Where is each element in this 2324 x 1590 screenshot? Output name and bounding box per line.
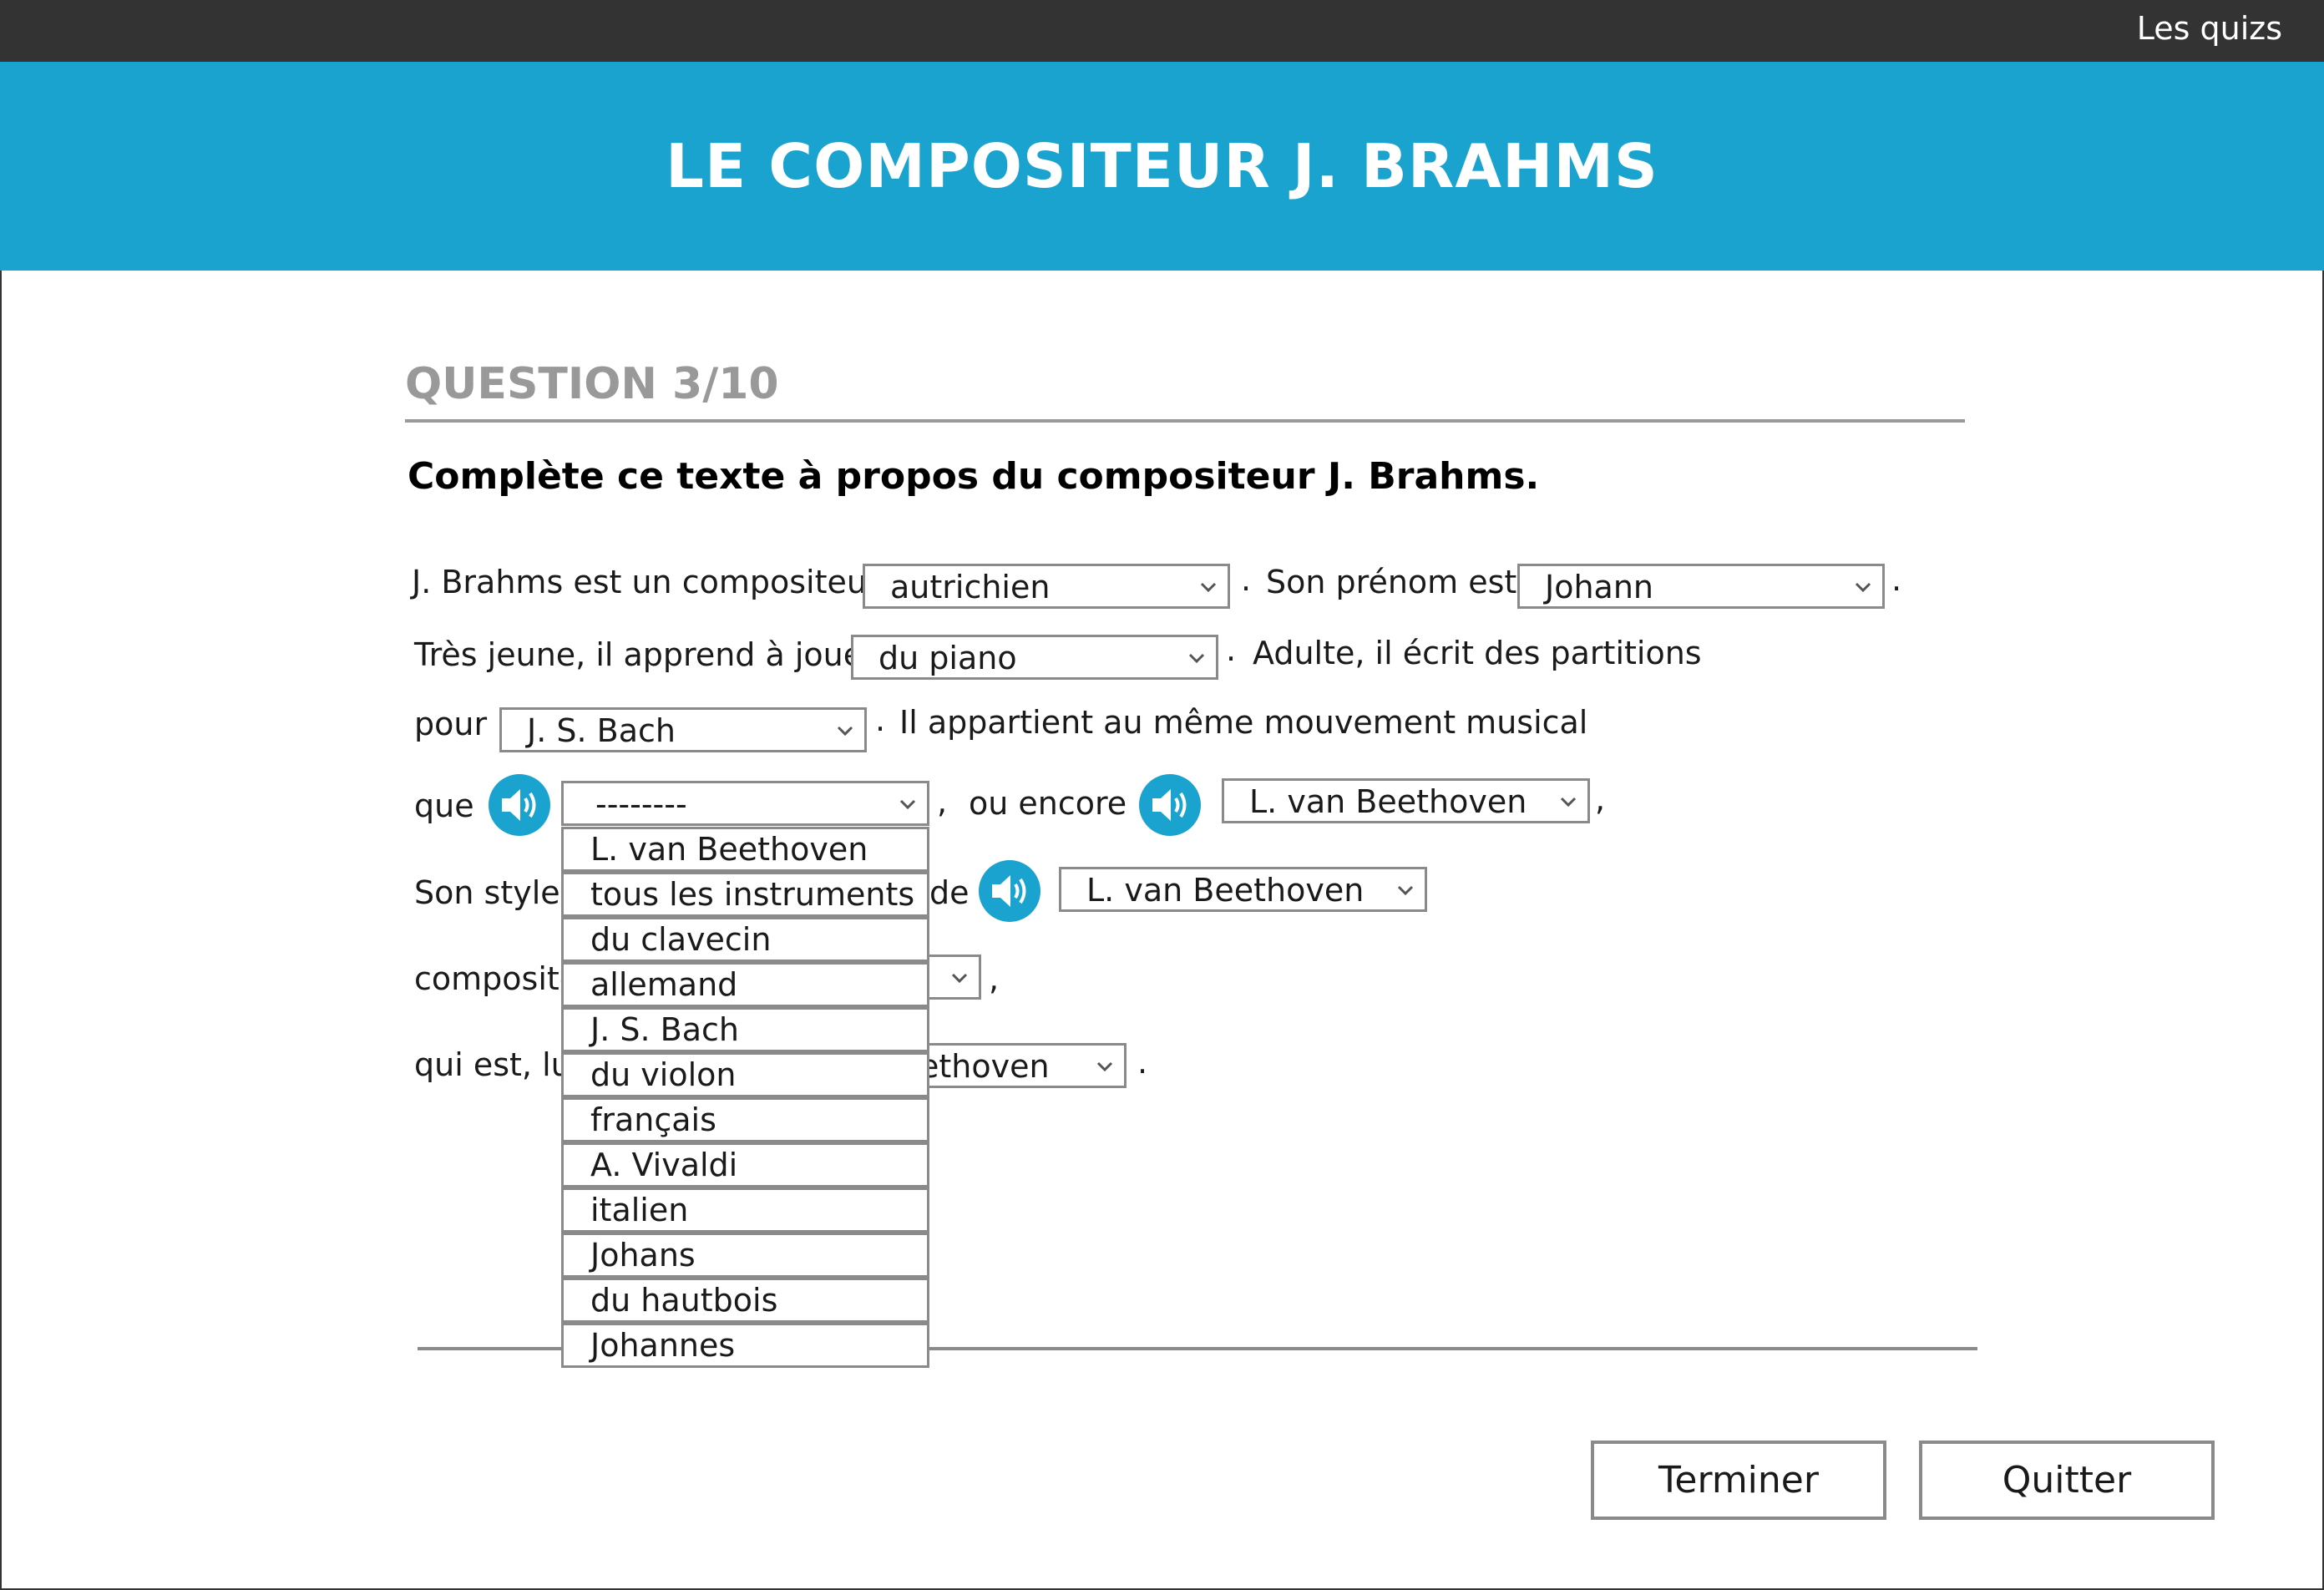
- sentence-text: qui est, lui: [414, 1046, 580, 1083]
- sentence-text: Il appartient au même mouvement musical: [899, 704, 1588, 741]
- sentence-text: ou encore: [969, 785, 1127, 822]
- dropdown-option[interactable]: J. S. Bach: [561, 1007, 929, 1052]
- sentence-text: ,: [937, 783, 948, 820]
- select-value: J. S. Bach: [527, 712, 676, 749]
- sentence-text: composite: [414, 960, 580, 997]
- dropdown-list: L. van Beethoven tous les instruments du…: [561, 827, 929, 1368]
- speaker-icon[interactable]: [1139, 774, 1201, 836]
- dropdown-option[interactable]: allemand: [561, 962, 929, 1007]
- dropdown-option[interactable]: L. van Beethoven: [561, 827, 929, 872]
- sentence-text: de: [929, 874, 970, 911]
- top-bar: Les quizs: [0, 0, 2324, 62]
- sentence-text: Très jeune, il apprend à jouer: [414, 636, 876, 673]
- select-value: autrichien: [890, 569, 1051, 605]
- chevron-down-icon: [1096, 1061, 1113, 1072]
- blank-select-instrument[interactable]: du piano: [851, 635, 1218, 680]
- quit-button[interactable]: Quitter: [1919, 1441, 2215, 1520]
- select-value: L. van Beethoven: [1249, 783, 1527, 820]
- select-value: L. van Beethoven: [1086, 872, 1365, 909]
- sentence-text: pour: [414, 706, 488, 742]
- dropdown-option[interactable]: du hautbois: [561, 1278, 929, 1323]
- sentence-text: Adulte, il écrit des partitions: [1253, 635, 1702, 671]
- sentence-text: .: [875, 701, 886, 738]
- select-value: Johann: [1545, 569, 1653, 605]
- speaker-icon[interactable]: [979, 860, 1040, 922]
- select-value: du piano: [878, 640, 1017, 676]
- sentence-text: .: [1891, 561, 1902, 598]
- sentence-text: ,: [989, 960, 1000, 997]
- speaker-icon[interactable]: [489, 774, 550, 836]
- dropdown-option[interactable]: A. Vivaldi: [561, 1142, 929, 1187]
- blank-select-firstname[interactable]: Johann: [1517, 564, 1885, 609]
- sentence-text: .: [1137, 1044, 1148, 1081]
- question-instruction: Complète ce texte à propos du compositeu…: [408, 455, 1540, 498]
- question-counter: QUESTION 3/10: [405, 359, 779, 409]
- dropdown-option[interactable]: italien: [561, 1187, 929, 1233]
- sentence-text: .: [1241, 561, 1252, 598]
- sentence-text: que: [414, 787, 474, 824]
- blank-select-composer-1[interactable]: J. S. Bach: [499, 707, 867, 752]
- dropdown-option[interactable]: Johans: [561, 1233, 929, 1278]
- blank-select-composer-3[interactable]: L. van Beethoven: [1222, 778, 1590, 823]
- quizzes-link[interactable]: Les quizs: [2137, 10, 2282, 47]
- quiz-title: LE COMPOSITEUR J. BRAHMS: [666, 131, 1658, 201]
- dropdown-option[interactable]: du clavecin: [561, 917, 929, 962]
- sentence-text: .: [1226, 631, 1237, 668]
- dropdown-option[interactable]: tous les instruments: [561, 872, 929, 917]
- blank-select-composer-4[interactable]: L. van Beethoven: [1059, 867, 1427, 912]
- blank-select-composer-2[interactable]: --------: [561, 781, 929, 826]
- chevron-down-icon: [1855, 582, 1871, 593]
- chevron-down-icon: [951, 973, 968, 984]
- chevron-down-icon: [1188, 653, 1205, 664]
- dropdown-option[interactable]: français: [561, 1097, 929, 1142]
- divider: [405, 419, 1965, 423]
- chevron-down-icon: [1397, 885, 1414, 896]
- dropdown-option[interactable]: du violon: [561, 1052, 929, 1097]
- blank-select-nationality[interactable]: autrichien: [863, 564, 1230, 609]
- sentence-text: J. Brahms est un compositeur: [412, 564, 880, 600]
- sentence-text: Son prénom est: [1266, 564, 1517, 600]
- finish-button[interactable]: Terminer: [1591, 1441, 1886, 1520]
- chevron-down-icon: [837, 726, 853, 737]
- select-value: ethoven: [919, 1048, 1050, 1085]
- select-value: --------: [595, 786, 687, 823]
- quiz-header: LE COMPOSITEUR J. BRAHMS: [0, 62, 2324, 271]
- chevron-down-icon: [899, 799, 916, 810]
- chevron-down-icon: [1560, 797, 1577, 808]
- chevron-down-icon: [1200, 582, 1217, 593]
- dropdown-option[interactable]: Johannes: [561, 1323, 929, 1368]
- sentence-text: Son style r: [414, 874, 584, 911]
- sentence-text: ,: [1595, 781, 1606, 818]
